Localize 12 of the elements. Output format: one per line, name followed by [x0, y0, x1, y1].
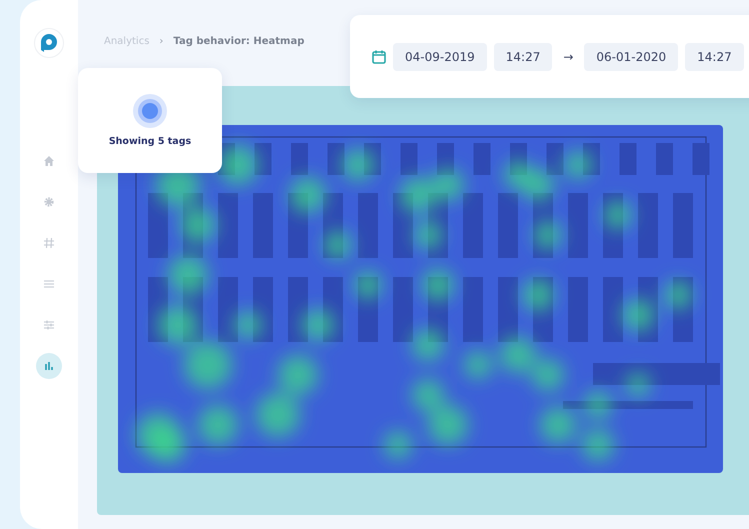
calendar-icon[interactable] — [372, 50, 386, 64]
pulse-dot-icon — [133, 94, 167, 128]
chart-icon[interactable] — [36, 353, 62, 379]
logo-icon — [34, 28, 64, 58]
start-time-field[interactable]: 14:27 — [494, 42, 552, 70]
end-date-field[interactable]: 06-01-2020 — [584, 42, 678, 70]
start-date-field[interactable]: 04-09-2019 — [393, 42, 487, 70]
end-time-field[interactable]: 14:27 — [685, 42, 744, 70]
breadcrumb-separator: › — [159, 36, 164, 47]
range-arrow: → — [563, 50, 574, 64]
breadcrumb-item: Tag behavior: Heatmap — [173, 36, 304, 47]
tags-count-label: Showing 5 tags — [108, 136, 192, 147]
